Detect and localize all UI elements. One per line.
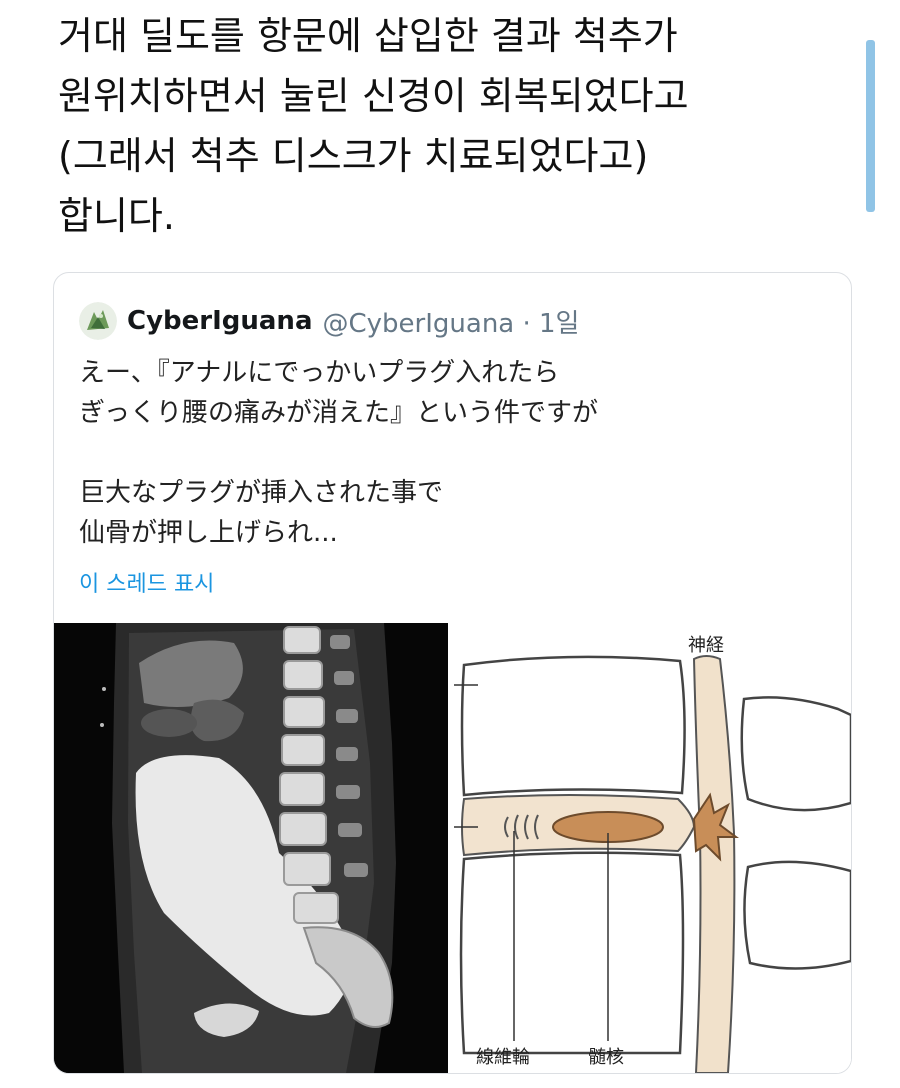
quote-line: ぎっくり腰の痛みが消えた』という件ですが <box>79 398 598 428</box>
tweet-text: 거대 딜도를 항문에 삽입한 결과 척추가 원위치하면서 눌린 신경이 회복되었… <box>58 6 838 246</box>
quote-line <box>79 433 819 473</box>
quote-media[interactable]: 神経 線維輪 髄核 <box>54 623 851 1073</box>
tweet-line: 합니다. <box>58 194 175 238</box>
tweet-line: 거대 딜도를 항문에 삽입한 결과 척추가 <box>58 14 678 58</box>
label-nerve: 神経 <box>688 635 724 656</box>
quote-body: えー、『アナルにでっかいプラグ入れたら ぎっくり腰の痛みが消えた』という件ですが… <box>79 353 819 553</box>
quote-line: 仙骨が押し上げられ... <box>79 518 338 548</box>
ct-scan-image <box>54 623 448 1073</box>
quote-author-meta: @CyberIguana · 1일 <box>322 308 580 339</box>
tweet-line: (그래서 척추 디스크가 치료되었다고) <box>58 134 649 178</box>
label-nucleus: 髄核 <box>588 1047 624 1068</box>
quoted-tweet-card[interactable]: CyberIguana @CyberIguana · 1일 えー、『アナルにでっ… <box>53 272 852 1074</box>
quote-line: えー、『アナルにでっかいプラグ入れたら <box>79 358 560 388</box>
scroll-indicator[interactable] <box>866 40 875 212</box>
show-thread-link[interactable]: 이 스레드 표시 <box>79 566 214 598</box>
quote-header: CyberIguana @CyberIguana · 1일 <box>79 301 579 341</box>
quote-author-name[interactable]: CyberIguana <box>127 306 313 336</box>
quote-line: 巨大なプラグが挿入された事で <box>79 478 444 508</box>
label-annulus: 線維輪 <box>476 1047 530 1068</box>
tweet-line: 원위치하면서 눌린 신경이 회복되었다고 <box>58 74 689 118</box>
iguana-avatar-icon[interactable] <box>79 302 117 340</box>
spine-disc-diagram: 神経 線維輪 髄核 <box>448 623 851 1073</box>
